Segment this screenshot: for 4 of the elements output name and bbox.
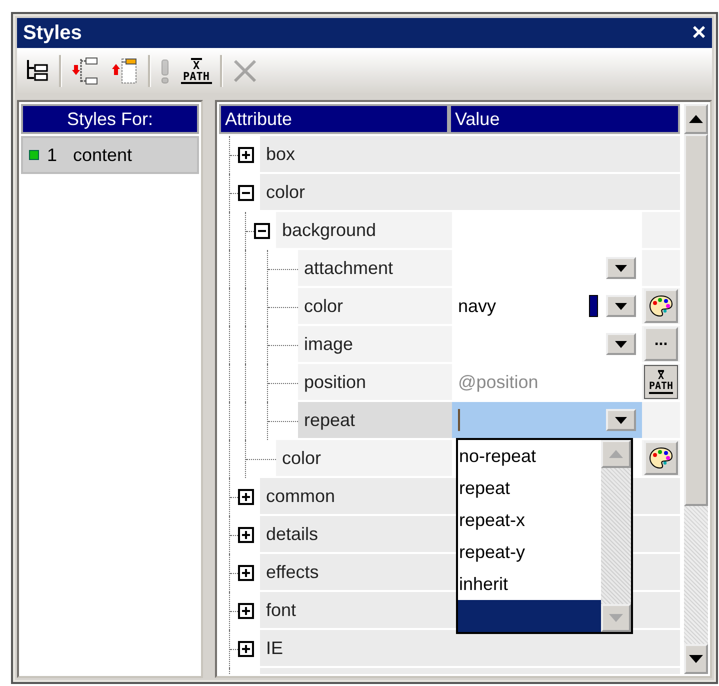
column-header: Styles For: (21, 104, 199, 134)
column-header: Value (449, 104, 680, 134)
window-title: Styles (23, 22, 82, 44)
column-header: Attribute (219, 104, 449, 134)
